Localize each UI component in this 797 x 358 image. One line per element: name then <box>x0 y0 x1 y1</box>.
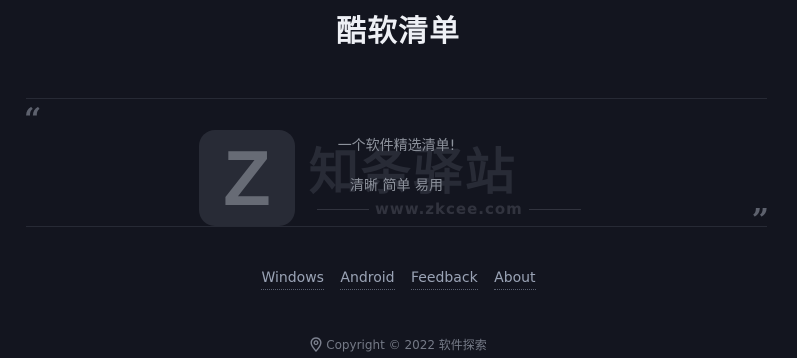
footer-link-feedback[interactable]: Feedback <box>411 270 478 290</box>
page-title: 酷软清单 <box>336 14 461 49</box>
close-quote-icon: ” <box>751 203 769 238</box>
location-pin-icon <box>310 337 322 357</box>
footer-link-windows[interactable]: Windows <box>261 270 324 290</box>
quote-box: “ 一个软件精选清单! 清晰 简单 易用 ” <box>24 98 769 236</box>
footer-link-about[interactable]: About <box>494 270 536 290</box>
copyright-text: Copyright © 2022 软件探索 <box>326 338 487 352</box>
tagline-secondary: 清晰 简单 易用 <box>350 178 443 194</box>
tagline-primary: 一个软件精选清单! <box>337 138 456 154</box>
open-quote-icon: “ <box>24 102 42 137</box>
footer-link-android[interactable]: Android <box>340 270 395 290</box>
footer-nav: Windows Android Feedback About <box>0 270 797 290</box>
copyright: Copyright © 2022 软件探索 <box>0 336 797 357</box>
